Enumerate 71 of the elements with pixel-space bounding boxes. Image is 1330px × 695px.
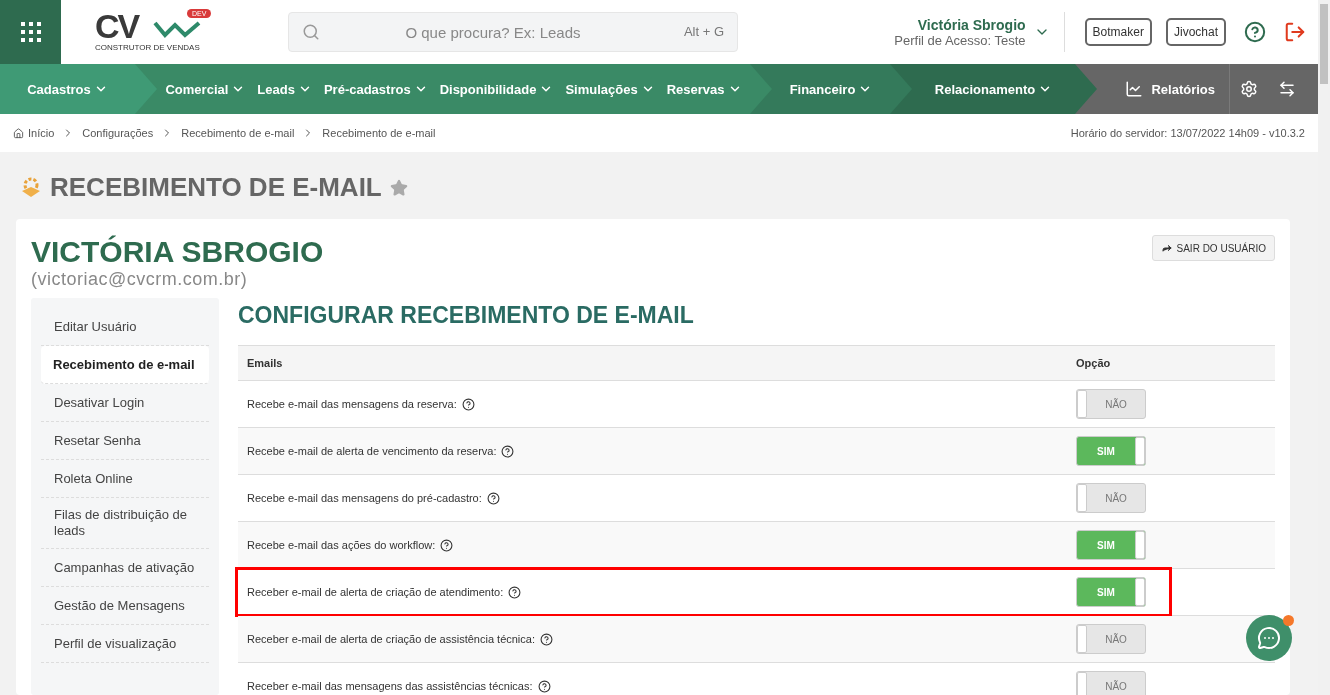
user-title: VICTÓRIA SBROGIO (31, 235, 324, 269)
setting-label: Receber e-mail de alerta de criação de atendimento: (247, 586, 504, 598)
arrows-icon (1278, 80, 1296, 98)
toggle-switch[interactable]: NÃO (1076, 624, 1146, 654)
toggle-switch[interactable]: NÃO (1076, 389, 1146, 419)
sidebar-item[interactable]: Filas de distribuição de leads (41, 498, 209, 549)
setting-label: Receber e-mail das mensagens das assistências técnicas: (247, 680, 533, 692)
gear-box-icon (20, 176, 42, 199)
toggle-switch[interactable]: NÃO (1076, 671, 1146, 695)
sidebar-item[interactable]: Roleta Online (41, 460, 209, 498)
app-grid-icon (19, 21, 42, 43)
sidebar-item[interactable]: Recebimento de e-mail (41, 346, 209, 384)
sidebar-item[interactable]: Campanhas de ativação (41, 549, 209, 587)
breadcrumb-link[interactable]: Configurações (82, 127, 154, 139)
setting-label: Recebe e-mail das mensagens da reserva: (247, 398, 457, 410)
setting-label: Recebe e-mail das mensagens do pré-cadastro: (247, 492, 482, 504)
settings-icon (1240, 80, 1258, 98)
setting-label: Recebe e-mail de alerta de vencimento da reserva: (247, 445, 497, 457)
sidebar-item[interactable]: Perfil de visualização (41, 625, 209, 663)
nav-menu-item[interactable]: Relacionamento (929, 81, 1058, 97)
chat-icon (1257, 626, 1281, 650)
user-name[interactable]: Victória Sbrogio (917, 16, 1026, 33)
nav-menu-item[interactable]: Cadastros (22, 81, 113, 97)
shortcut-hint: Alt + G (683, 24, 724, 39)
sidebar-item[interactable]: Desativar Login (41, 384, 209, 422)
sidebar-item[interactable]: Resetar Senha (41, 422, 209, 460)
home-icon (13, 127, 24, 139)
breadcrumb-link[interactable]: Recebimento de e-mail (322, 127, 436, 139)
breadcrumb-link[interactable]: Início (13, 127, 55, 139)
help-icon[interactable] (501, 444, 515, 458)
logo-tagline: CONSTRUTOR DE VENDAS (95, 43, 200, 52)
nav-menu-item[interactable]: Comercial (160, 81, 251, 97)
logo-swoosh-icon (153, 19, 201, 39)
notification-dot (1283, 615, 1294, 626)
page-title: RECEBIMENTO DE E-MAIL (50, 172, 382, 203)
section-title: CONFIGURAR RECEBIMENTO DE E-MAIL (238, 302, 695, 329)
user-email: (victoriac@cvcrm.com.br) (31, 269, 249, 290)
search-icon (302, 23, 320, 41)
help-icon[interactable] (461, 397, 475, 411)
help-icon (1244, 21, 1266, 43)
help-icon[interactable] (486, 491, 500, 505)
breadcrumb-link[interactable]: Recebimento de e-mail (181, 127, 295, 139)
nav-menu-item[interactable]: Disponibilidade (434, 81, 559, 97)
help-icon[interactable] (508, 585, 522, 599)
help-button[interactable] (1244, 21, 1266, 43)
logo-letters: CV (95, 9, 139, 43)
app-menu-button[interactable] (0, 0, 61, 64)
column-header: Emails (247, 357, 283, 369)
server-time: Horário do servidor: 13/07/2022 14h09 - v10.3.2 (1070, 127, 1305, 139)
setting-label: Recebe e-mail das ações do workflow: (247, 539, 436, 551)
setting-label: Receber e-mail de alerta de criação de assistência técnica: (247, 633, 535, 645)
help-icon[interactable] (540, 632, 553, 646)
header-button[interactable]: Jivochat (1165, 18, 1226, 46)
toggle-switch[interactable]: NÃO (1076, 483, 1146, 513)
help-icon[interactable] (537, 679, 551, 693)
share-arrow-icon (1160, 242, 1173, 254)
nav-menu-item[interactable]: Reservas (661, 81, 747, 97)
exit-user-button[interactable]: SAIR DO USUÁRIO (1151, 235, 1275, 261)
logout-icon (1284, 21, 1306, 43)
help-icon[interactable] (440, 538, 454, 552)
nav-menu-item[interactable]: Financeiro (784, 81, 878, 97)
nav-menu-item[interactable]: Pré-cadastros (318, 81, 433, 97)
logout-button[interactable] (1284, 21, 1306, 43)
column-header: Opção (1076, 357, 1111, 369)
line-chart-icon (1125, 80, 1144, 98)
nav-menu-item[interactable]: Simulações (560, 81, 660, 97)
favorite-star-icon[interactable] (389, 178, 408, 197)
sidebar-item[interactable]: Gestão de Mensagens (41, 587, 209, 625)
header-button[interactable]: Botmaker (1084, 18, 1152, 46)
user-profile: Perfil de Acesso: Teste (894, 32, 1026, 48)
nav-menu-item[interactable]: Leads (252, 81, 317, 97)
